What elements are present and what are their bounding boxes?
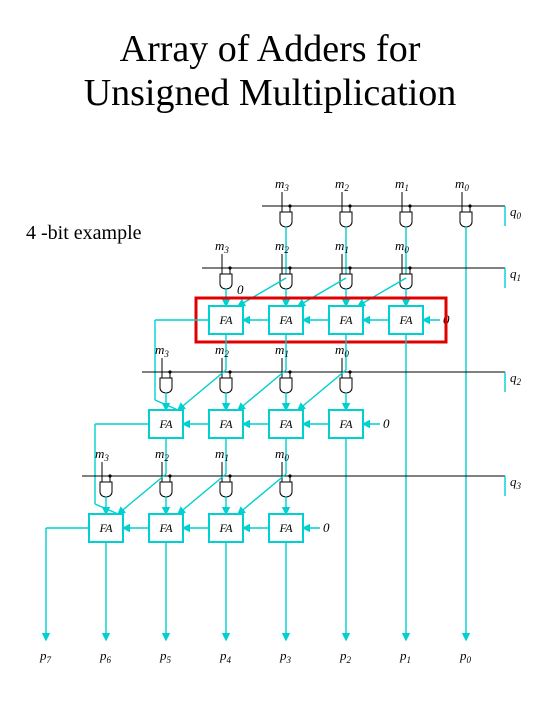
m3-label-top: m3 bbox=[275, 176, 289, 193]
title-line1: Array of Adders for bbox=[120, 28, 421, 70]
fa-r3-0: FA bbox=[278, 521, 293, 535]
p3-label: p3 bbox=[279, 648, 292, 665]
q0-label: q0 bbox=[510, 204, 522, 221]
m0-label-top: m0 bbox=[455, 176, 469, 193]
q1-label: q1 bbox=[510, 266, 521, 283]
m2-label-r3: m2 bbox=[155, 446, 169, 463]
p7-label: p7 bbox=[39, 648, 52, 665]
p0-label: p0 bbox=[459, 648, 472, 665]
fa-r2-3: FA bbox=[158, 417, 173, 431]
m0-label-r2: m0 bbox=[335, 342, 349, 359]
fa-r1-2: FA bbox=[278, 313, 293, 327]
fa-r1-1: FA bbox=[338, 313, 353, 327]
fa-r3-2: FA bbox=[158, 521, 173, 535]
fa-r2-0: FA bbox=[338, 417, 353, 431]
q2-label: q2 bbox=[510, 370, 522, 387]
p2-label: p2 bbox=[339, 648, 352, 665]
m1-label-r1: m1 bbox=[335, 238, 349, 255]
m3-label-r2: m3 bbox=[155, 342, 169, 359]
m2-label-r1: m2 bbox=[275, 238, 289, 255]
fa-r2-1: FA bbox=[278, 417, 293, 431]
m0-label-r1: m0 bbox=[395, 238, 409, 255]
multiplier-diagram: m3 m2 m1 m0 q0 m3 m2 m1 m0 bbox=[0, 170, 540, 720]
title-line2: Unsigned Multiplication bbox=[84, 72, 457, 114]
m1-label-top: m1 bbox=[395, 176, 409, 193]
m2-label-r2: m2 bbox=[215, 342, 229, 359]
m0-label-r3: m0 bbox=[275, 446, 289, 463]
m1-label-r2: m1 bbox=[275, 342, 289, 359]
p6-label: p6 bbox=[99, 648, 112, 665]
m1-label-r3: m1 bbox=[215, 446, 229, 463]
p5-label: p5 bbox=[159, 648, 172, 665]
fa-r2-2: FA bbox=[218, 417, 233, 431]
fa-r3-3: FA bbox=[98, 521, 113, 535]
m2-label-top: m2 bbox=[335, 176, 349, 193]
m3-label-r3: m3 bbox=[95, 446, 109, 463]
q3-label: q3 bbox=[510, 474, 522, 491]
m3-label-r1: m3 bbox=[215, 238, 229, 255]
zero-cin-r3: 0 bbox=[323, 520, 330, 535]
fa-r1-3: FA bbox=[218, 313, 233, 327]
fa-r1-0: FA bbox=[398, 313, 413, 327]
zero-cin-r2: 0 bbox=[383, 416, 390, 431]
p1-label: p1 bbox=[399, 648, 411, 665]
fa-r3-1: FA bbox=[218, 521, 233, 535]
zero-r1: 0 bbox=[237, 282, 244, 297]
p4-label: p4 bbox=[219, 648, 232, 665]
